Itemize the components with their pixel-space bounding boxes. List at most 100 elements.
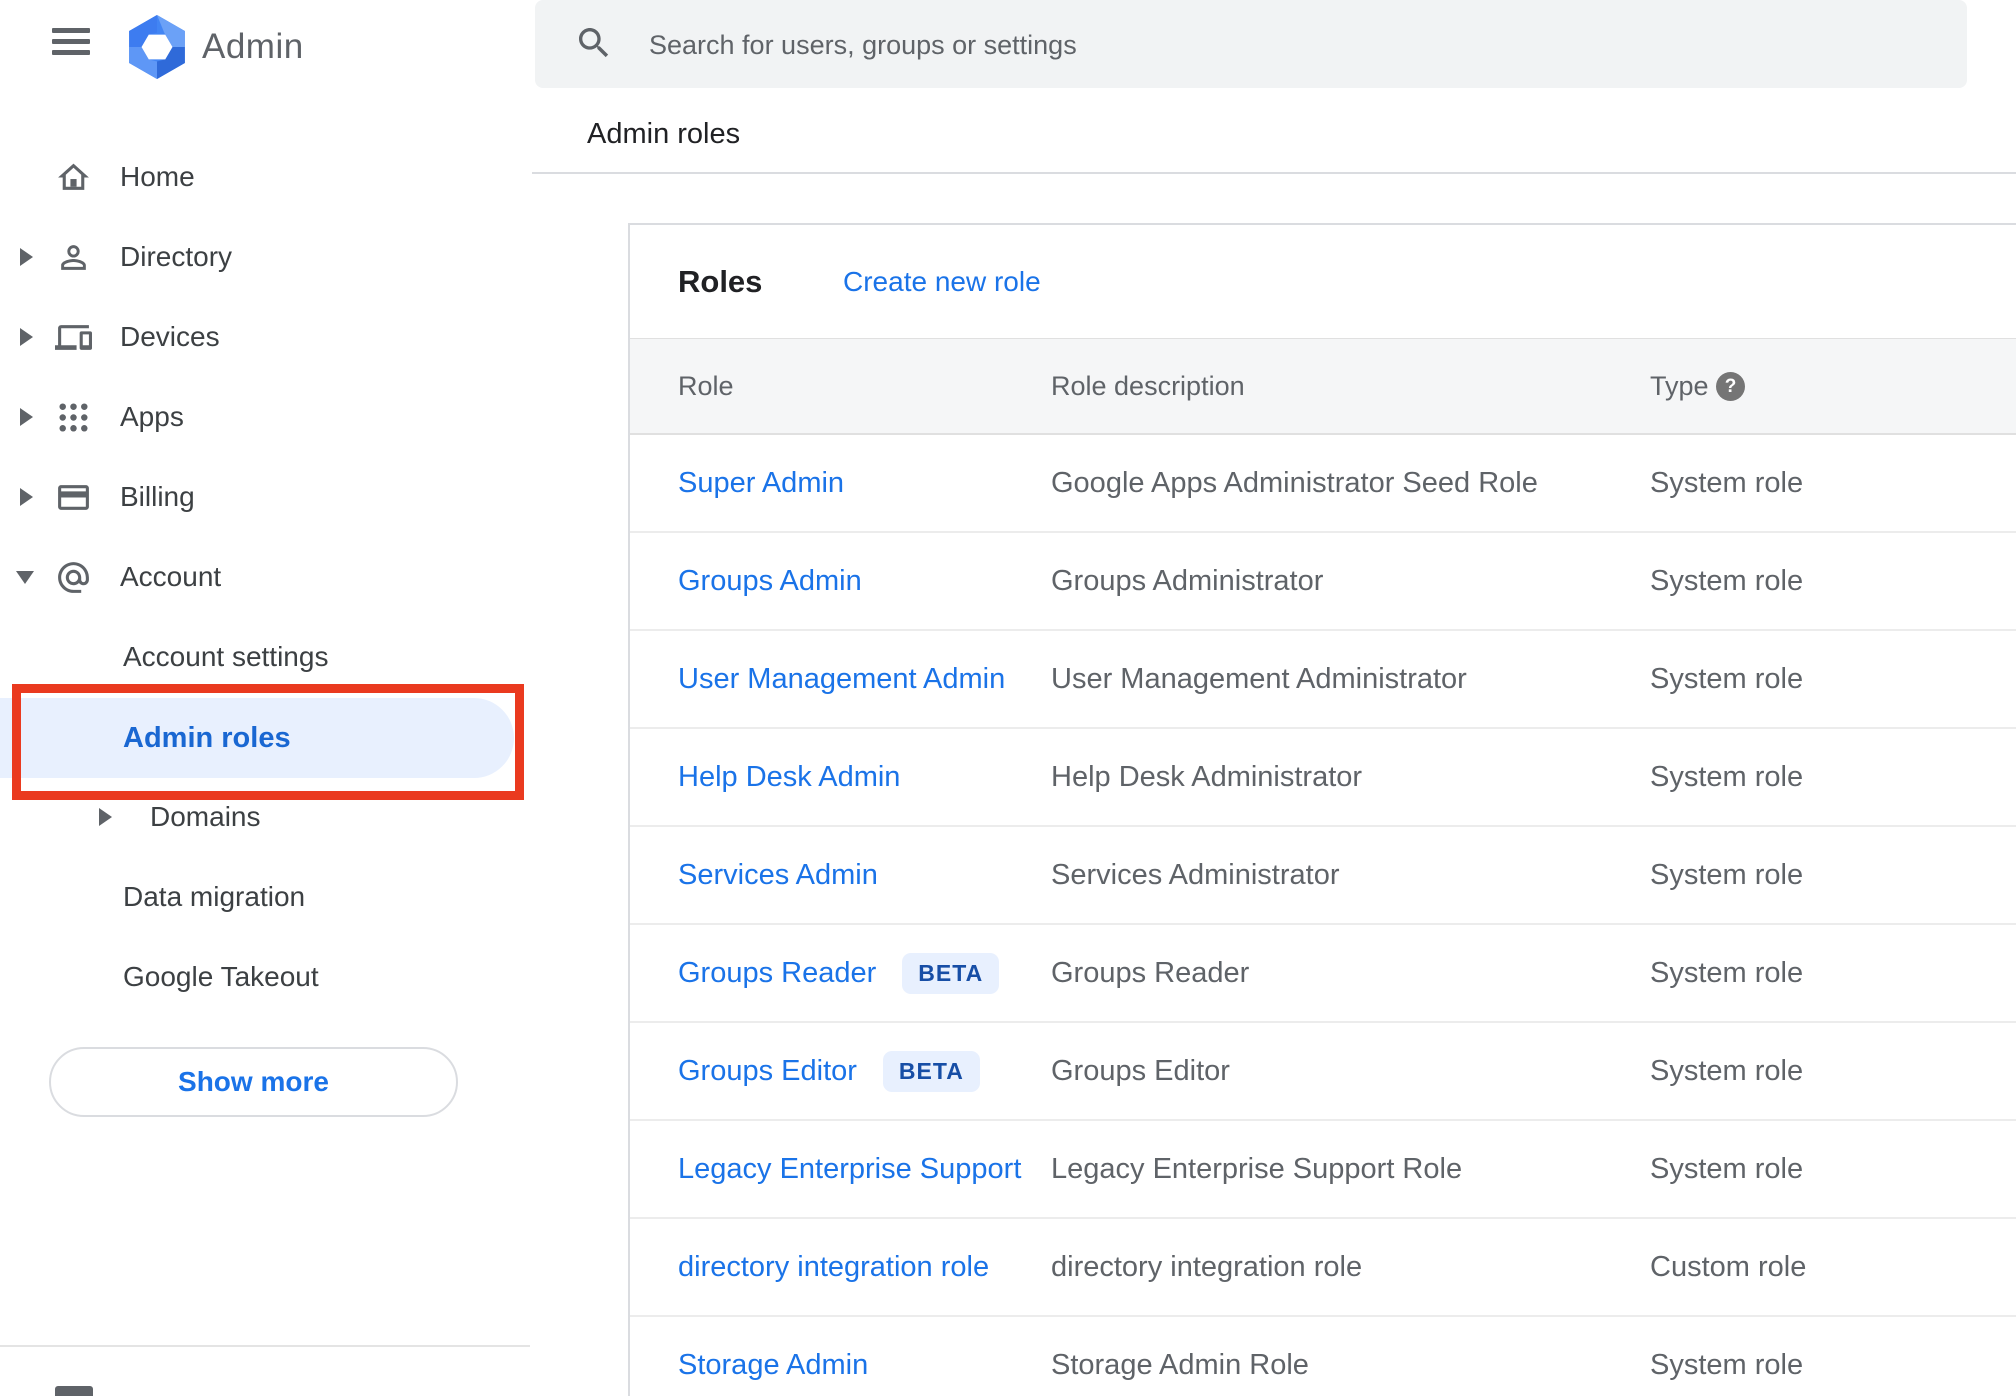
sidebar-item-label: Devices (120, 321, 220, 352)
role-type: System role (1650, 662, 1804, 695)
role-link[interactable]: User Management Admin (678, 663, 1005, 696)
role-type: System role (1650, 1348, 1804, 1381)
role-link[interactable]: Groups Editor (678, 1055, 857, 1088)
role-cell: Services Admin (678, 827, 878, 923)
role-link[interactable]: directory integration role (678, 1251, 989, 1284)
create-new-role-link[interactable]: Create new role (843, 225, 1041, 338)
sidebar-item-billing[interactable]: Billing (0, 457, 512, 537)
sidebar-item-label: Data migration (123, 881, 306, 912)
table-row: Super Admin Google Apps Administrator See… (630, 435, 2016, 533)
hamburger-menu-icon[interactable] (52, 28, 90, 55)
role-cell: Groups Admin (678, 533, 862, 629)
sidebar-item-label: Directory (120, 241, 233, 272)
chevron-right-icon[interactable] (99, 808, 112, 826)
sidebar-item-label: Account settings (123, 641, 329, 672)
sidebar-item-directory[interactable]: Directory (0, 217, 512, 297)
sidebar-item-home[interactable]: Home (0, 137, 512, 217)
sidebar-item-domains[interactable]: Domains (0, 777, 512, 857)
sidebar-item-google-takeout[interactable]: Google Takeout (0, 937, 512, 1017)
chevron-right-icon[interactable] (20, 328, 33, 346)
roles-card: Roles Create new role Role Role descript… (628, 223, 2016, 1396)
show-more-button[interactable]: Show more (49, 1047, 458, 1117)
table-row: Legacy Enterprise Support Legacy Enterpri… (630, 1121, 2016, 1219)
breadcrumb: Admin roles (587, 118, 741, 150)
role-cell: directory integration role (678, 1219, 989, 1315)
sidebar-item-devices[interactable]: Devices (0, 297, 512, 377)
sidebar-item-label: Home (120, 161, 195, 192)
home-icon (58, 163, 89, 190)
role-link[interactable]: Groups Admin (678, 565, 862, 598)
role-link[interactable]: Super Admin (678, 467, 844, 500)
role-link[interactable]: Legacy Enterprise Support (678, 1153, 1021, 1186)
sidebar-item-label: Domains (150, 801, 261, 832)
role-cell: Legacy Enterprise Support (678, 1121, 1021, 1217)
role-description: User Management Administrator (1051, 662, 1467, 695)
role-description: Groups Reader (1051, 956, 1250, 989)
roles-card-header: Roles Create new role (630, 225, 2016, 338)
sidebar-item-label: Billing (120, 481, 195, 512)
table-row: Help Desk Admin Help Desk Administrator Sy… (630, 729, 2016, 827)
role-description: Storage Admin Role (1051, 1348, 1309, 1381)
credit-card-icon (58, 485, 89, 510)
roles-table-body: Super Admin Google Apps Administrator See… (630, 435, 2016, 1396)
search-bar (535, 0, 1967, 90)
role-cell: Groups Editor BETA (678, 1023, 980, 1119)
role-description: Help Desk Administrator (1051, 760, 1363, 793)
search-icon (579, 28, 609, 58)
sidebar-item-data-migration[interactable]: Data migration (0, 857, 512, 937)
role-description: Legacy Enterprise Support Role (1051, 1152, 1463, 1185)
sidebar-item-label: Account (120, 561, 222, 592)
chevron-right-icon[interactable] (20, 408, 33, 426)
table-row: directory integration role directory inte… (630, 1219, 2016, 1317)
role-link[interactable]: Groups Reader (678, 957, 876, 990)
table-row: Groups Editor BETA Groups Editor System rol… (630, 1023, 2016, 1121)
role-type: System role (1650, 1152, 1804, 1185)
table-row: User Management Admin User Management Adm… (630, 631, 2016, 729)
role-type: System role (1650, 956, 1804, 989)
help-icon[interactable]: ? (1716, 372, 1745, 401)
role-type: Custom role (1650, 1250, 1807, 1283)
role-type: System role (1650, 564, 1804, 597)
table-row: Groups Reader BETA Groups Reader System rol… (630, 925, 2016, 1023)
role-cell: Super Admin (678, 435, 844, 531)
chevron-right-icon[interactable] (20, 488, 33, 506)
header-divider (532, 172, 2016, 174)
sidebar-divider (0, 1345, 530, 1347)
role-cell: User Management Admin (678, 631, 1005, 727)
role-cell: Groups Reader BETA (678, 925, 1000, 1021)
admin-console: Admin Admin roles Home Directory Devices (0, 0, 2016, 1396)
table-row: Storage Admin Storage Admin Role System ro… (630, 1317, 2016, 1396)
card-title: Roles (678, 263, 763, 299)
role-description: Google Apps Administrator Seed Role (1051, 466, 1538, 499)
sidebar-item-account[interactable]: Account (0, 537, 512, 617)
chevron-right-icon[interactable] (20, 248, 33, 266)
role-cell: Help Desk Admin (678, 729, 900, 825)
sidebar-item-admin-roles[interactable]: Admin roles (0, 698, 514, 778)
role-link[interactable]: Storage Admin (678, 1349, 868, 1382)
role-link[interactable]: Services Admin (678, 859, 878, 892)
sidebar-item-label: Apps (120, 401, 184, 432)
brand-title: Admin (202, 27, 304, 66)
column-header-role: Role (678, 370, 734, 401)
table-header: Role Role description Type ? (630, 338, 2016, 435)
sidebar-item-label: Google Takeout (123, 961, 319, 992)
apps-grid-icon (59, 403, 88, 432)
beta-badge: BETA (882, 1050, 980, 1092)
chevron-down-icon[interactable] (16, 571, 34, 584)
role-type: System role (1650, 466, 1804, 499)
beta-badge: BETA (902, 952, 1000, 994)
role-description: Groups Editor (1051, 1054, 1230, 1087)
sidebar-item-apps[interactable]: Apps (0, 377, 512, 457)
at-sign-icon (58, 562, 89, 593)
role-type: System role (1650, 760, 1804, 793)
table-row: Groups Admin Groups Administrator System r… (630, 533, 2016, 631)
sidebar-item-account-settings[interactable]: Account settings (0, 617, 512, 697)
role-description: Groups Administrator (1051, 564, 1324, 597)
column-header-description: Role description (1051, 370, 1245, 401)
role-description: directory integration role (1051, 1250, 1363, 1283)
google-admin-logo-icon (129, 15, 185, 79)
sidebar-item-label: Admin roles (123, 721, 291, 754)
search-input[interactable] (647, 0, 1891, 90)
table-row: Services Admin Services Administrator Syst… (630, 827, 2016, 925)
role-link[interactable]: Help Desk Admin (678, 761, 900, 794)
